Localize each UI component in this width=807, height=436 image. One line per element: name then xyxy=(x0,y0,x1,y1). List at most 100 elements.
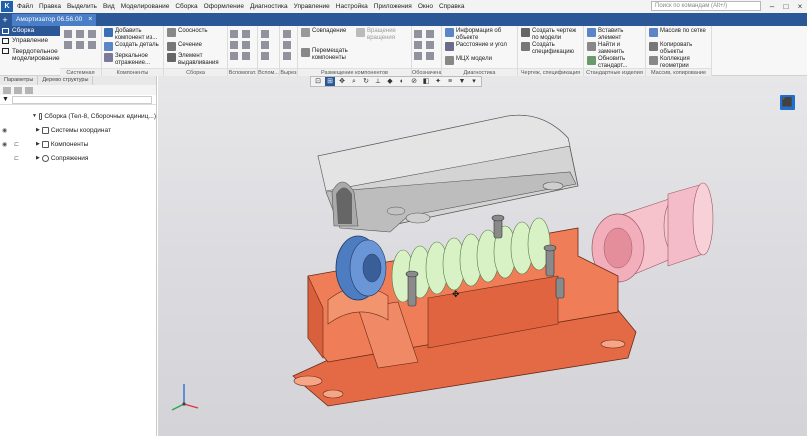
create-spec-button[interactable]: Создать спецификацию xyxy=(521,42,583,55)
ribbon-group-aux2: Вспом... xyxy=(258,26,280,76)
tool-icon[interactable] xyxy=(426,41,434,49)
tool-icon[interactable] xyxy=(261,52,269,60)
panel-toolbar xyxy=(0,85,156,95)
tree-row-components[interactable]: ◉ ⊏ ▶ Компоненты xyxy=(0,137,156,151)
tool-icon[interactable] xyxy=(242,52,250,60)
add-component-icon xyxy=(104,28,113,37)
minimize-icon[interactable]: – xyxy=(765,0,779,13)
tool-icon[interactable] xyxy=(88,30,96,38)
menu-modeling[interactable]: Моделирование xyxy=(121,3,170,10)
rotate-rotation-button[interactable]: Вращение вращения xyxy=(356,28,411,41)
coincide-button[interactable]: Совпадение xyxy=(301,28,356,37)
menu-design[interactable]: Оформление xyxy=(204,3,244,10)
menu-manage[interactable]: Управление xyxy=(294,3,330,10)
tool-icon[interactable] xyxy=(76,41,84,49)
tool-icon[interactable] xyxy=(64,41,72,49)
close-tab-icon[interactable]: × xyxy=(88,16,92,23)
app-logo-icon[interactable]: K xyxy=(1,1,13,12)
find-replace-button[interactable]: Найти и заменить xyxy=(587,42,645,55)
mass-properties-button[interactable]: МЦХ модели xyxy=(445,56,517,65)
ribbon-group-label: Диагностика xyxy=(442,68,517,76)
mates-icon xyxy=(41,154,49,162)
funnel-icon[interactable]: ▼ xyxy=(2,96,9,103)
new-document-button[interactable]: + xyxy=(0,15,10,25)
filter-view-icon[interactable] xyxy=(14,86,22,94)
tree-options-icon[interactable] xyxy=(25,86,33,94)
tool-icon[interactable] xyxy=(261,30,269,38)
tool-icon[interactable] xyxy=(414,41,422,49)
tool-icon[interactable] xyxy=(283,52,291,60)
mode-assembly[interactable]: Сборка xyxy=(0,26,60,36)
menu-diagnostics[interactable]: Диагностика xyxy=(250,3,288,10)
mirror-button[interactable]: Зеркальное отражение... xyxy=(104,53,164,66)
tool-icon[interactable] xyxy=(230,30,238,38)
tool-icon[interactable] xyxy=(242,41,250,49)
menu-apps[interactable]: Приложения xyxy=(374,3,412,10)
menu-view[interactable]: Вид xyxy=(103,3,115,10)
tab-structure-tree[interactable]: Дерево структуры xyxy=(38,76,94,85)
extrude-button[interactable]: Элемент выдавливания xyxy=(167,53,227,66)
tool-icon[interactable] xyxy=(426,30,434,38)
tool-icon[interactable] xyxy=(414,52,422,60)
tool-icon[interactable] xyxy=(64,30,72,38)
mode-label: Сборка xyxy=(12,27,35,34)
expand-icon[interactable]: ▼ xyxy=(32,113,37,119)
grid-array-button[interactable]: Массив по сетке xyxy=(649,28,711,37)
cut-icons xyxy=(283,30,292,60)
tool-icon[interactable] xyxy=(261,41,269,49)
mode-manage[interactable]: Управление xyxy=(0,36,60,46)
menu-window[interactable]: Окно xyxy=(418,3,433,10)
coaxial-button[interactable]: Соосность xyxy=(167,28,227,37)
tree-view-icon[interactable] xyxy=(3,86,11,94)
disc-part[interactable] xyxy=(335,235,387,301)
close-icon[interactable]: × xyxy=(793,0,807,13)
expand-icon[interactable]: ▶ xyxy=(36,127,40,133)
tree-row-root[interactable]: ▼ Сборка (Тел-8, Сборочных единиц...) xyxy=(0,109,156,123)
menu-file[interactable]: Файл xyxy=(17,3,33,10)
tool-icon[interactable] xyxy=(426,52,434,60)
tool-icon[interactable] xyxy=(76,30,84,38)
document-tab[interactable]: Амортизатор 06.56.00 × xyxy=(12,13,97,26)
tool-icon[interactable] xyxy=(242,30,250,38)
mode-solid[interactable]: Твердотельное моделирование xyxy=(0,46,60,64)
tree-row-mates[interactable]: ⊏ ▶ Сопряжения xyxy=(0,151,156,165)
button-label: Информация об объекте xyxy=(456,28,502,41)
tab-parameters[interactable]: Параметры xyxy=(0,76,39,85)
object-info-button[interactable]: Информация об объекте xyxy=(445,28,517,41)
button-label: Сечение xyxy=(178,42,202,48)
menu-select[interactable]: Выделить xyxy=(67,3,97,10)
create-part-button[interactable]: Создать деталь xyxy=(104,42,164,51)
tool-icon[interactable] xyxy=(88,41,96,49)
expand-icon[interactable]: ▶ xyxy=(36,141,40,147)
collection-icon xyxy=(649,56,658,65)
tool-icon[interactable] xyxy=(230,52,238,60)
copy-objects-button[interactable]: Копировать объекты xyxy=(649,42,711,55)
assembly-model[interactable]: ✥ xyxy=(158,76,807,436)
distance-angle-button[interactable]: Расстояние и угол xyxy=(445,42,517,51)
tool-icon[interactable] xyxy=(283,30,291,38)
tool-icon[interactable] xyxy=(414,30,422,38)
expand-icon[interactable]: ▶ xyxy=(36,155,40,161)
section-button[interactable]: Сечение xyxy=(167,42,227,51)
aux-icons xyxy=(230,30,251,60)
visibility-eye-icon[interactable]: ◉ xyxy=(2,141,7,148)
sleeve-part[interactable] xyxy=(591,182,714,283)
move-components-button[interactable]: Перемещать компоненты xyxy=(301,48,361,61)
menu-help[interactable]: Справка xyxy=(439,3,465,10)
maximize-icon[interactable]: □ xyxy=(779,0,793,13)
command-search-input[interactable]: Поиск по командам (Alt+/) xyxy=(651,1,761,11)
tree-row-label: Сопряжения xyxy=(50,154,89,162)
visibility-eye-icon[interactable]: ◉ xyxy=(2,127,7,134)
tree-row-coordinate-systems[interactable]: ◉ ▶ Системы координат xyxy=(0,123,156,137)
tool-icon[interactable] xyxy=(283,41,291,49)
insert-element-button[interactable]: Вставить элемент xyxy=(587,28,645,41)
create-drawing-button[interactable]: Создать чертеж по модели xyxy=(521,28,583,41)
menu-assembly[interactable]: Сборка xyxy=(175,3,197,10)
cover-part[interactable] xyxy=(317,114,579,233)
menu-edit[interactable]: Правка xyxy=(39,3,61,10)
tool-icon[interactable] xyxy=(230,41,238,49)
menu-settings[interactable]: Настройка xyxy=(336,3,368,10)
add-component-button[interactable]: Добавить компонент из... xyxy=(104,28,164,41)
tree-search-input[interactable] xyxy=(11,95,152,104)
3d-viewport[interactable]: ⊡ ⊞ ✥ ⌕ ↻ ⟂ ◆ ◐ ⊘ ◧ ✦ ≡ ▼ ▾ ⬛ ✥ xyxy=(158,76,807,436)
